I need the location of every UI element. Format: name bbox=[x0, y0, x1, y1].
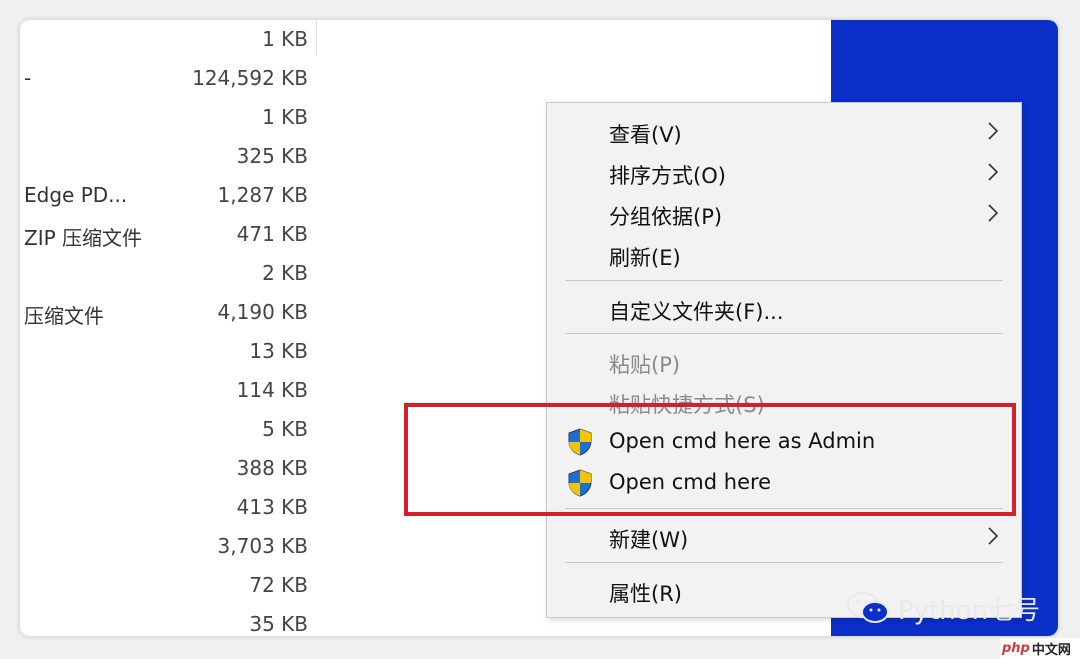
menu-item-label: 属性(R) bbox=[609, 582, 682, 606]
menu-separator bbox=[565, 280, 1003, 281]
menu-separator bbox=[565, 562, 1003, 563]
file-type: 压缩文件 bbox=[24, 304, 104, 328]
file-row[interactable]: 72 KB bbox=[20, 566, 330, 605]
file-size: 3,703 KB bbox=[217, 534, 308, 558]
file-size: 1 KB bbox=[262, 105, 308, 129]
menu-item-label: 刷新(E) bbox=[609, 246, 681, 270]
chevron-right-icon bbox=[988, 163, 999, 181]
menu-item-view[interactable]: 查看(V) bbox=[547, 111, 1021, 151]
file-type: ZIP 压缩文件 bbox=[24, 226, 143, 250]
site-logo-part1: php bbox=[1002, 641, 1030, 656]
file-size: 35 KB bbox=[249, 612, 308, 636]
menu-separator bbox=[565, 333, 1003, 334]
menu-item-new[interactable]: 新建(W) bbox=[547, 516, 1021, 556]
file-size: 5 KB bbox=[262, 417, 308, 441]
file-size: 4,190 KB bbox=[217, 300, 308, 324]
menu-item-customize-folder[interactable]: 自定义文件夹(F)... bbox=[547, 288, 1021, 328]
file-size: 1 KB bbox=[262, 27, 308, 51]
watermark-text: Python七号 bbox=[898, 595, 1041, 626]
file-type: - bbox=[24, 66, 32, 90]
file-row[interactable]: 3,703 KB bbox=[20, 527, 330, 566]
menu-item-label: 分组依据(P) bbox=[609, 205, 723, 229]
file-row[interactable]: 325 KB bbox=[20, 137, 330, 176]
file-size: 124,592 KB bbox=[192, 66, 308, 90]
file-type: Edge PD... bbox=[24, 183, 128, 207]
file-list: 1 KB - 124,592 KB 1 KB 325 KB Edge PD... 1… bbox=[20, 20, 330, 636]
file-size: 13 KB bbox=[249, 339, 308, 363]
file-row[interactable]: 1 KB bbox=[20, 98, 330, 137]
site-logo-part2: 中文网 bbox=[1031, 643, 1071, 658]
chevron-right-icon bbox=[988, 122, 999, 140]
file-row[interactable]: 35 KB bbox=[20, 605, 330, 636]
file-row[interactable]: Edge PD... 1,287 KB bbox=[20, 176, 330, 215]
site-logo: php 中文网 bbox=[1000, 638, 1080, 659]
file-row[interactable]: 114 KB bbox=[20, 371, 330, 410]
menu-item-label: 自定义文件夹(F)... bbox=[609, 300, 784, 324]
file-row[interactable]: 2 KB bbox=[20, 254, 330, 293]
chevron-right-icon bbox=[988, 527, 999, 545]
file-size: 114 KB bbox=[236, 378, 308, 402]
menu-item-label: 查看(V) bbox=[609, 123, 682, 147]
file-size: 413 KB bbox=[236, 495, 308, 519]
wechat-icon bbox=[847, 592, 889, 623]
file-row[interactable]: 413 KB bbox=[20, 488, 330, 527]
file-row[interactable]: 5 KB bbox=[20, 410, 330, 449]
highlight-annotation-box bbox=[404, 403, 1016, 516]
menu-item-label: 粘贴(P) bbox=[609, 353, 681, 377]
file-size: 388 KB bbox=[236, 456, 308, 480]
file-row[interactable]: ZIP 压缩文件 471 KB bbox=[20, 215, 330, 254]
file-row[interactable]: 1 KB bbox=[20, 20, 330, 59]
menu-item-sort-by[interactable]: 排序方式(O) bbox=[547, 152, 1021, 192]
watermark: Python七号 bbox=[846, 588, 1040, 628]
menu-item-group-by[interactable]: 分组依据(P) bbox=[547, 193, 1021, 233]
file-size: 1,287 KB bbox=[217, 183, 308, 207]
file-row[interactable]: 13 KB bbox=[20, 332, 330, 371]
file-row[interactable]: 388 KB bbox=[20, 449, 330, 488]
menu-item-paste: 粘贴(P) bbox=[547, 341, 1021, 381]
file-row[interactable]: 压缩文件 4,190 KB bbox=[20, 293, 330, 332]
menu-item-refresh[interactable]: 刷新(E) bbox=[547, 234, 1021, 274]
file-size: 2 KB bbox=[262, 261, 308, 285]
menu-item-label: 新建(W) bbox=[609, 528, 689, 552]
context-menu: 查看(V) 排序方式(O) 分组依据(P) 刷新(E) 自定义文件夹(F)...… bbox=[546, 102, 1022, 618]
file-size: 325 KB bbox=[236, 144, 308, 168]
file-row[interactable]: - 124,592 KB bbox=[20, 59, 330, 98]
file-size: 471 KB bbox=[236, 222, 308, 246]
menu-item-label: 排序方式(O) bbox=[609, 164, 726, 188]
file-size: 72 KB bbox=[249, 573, 308, 597]
chevron-right-icon bbox=[988, 204, 999, 222]
